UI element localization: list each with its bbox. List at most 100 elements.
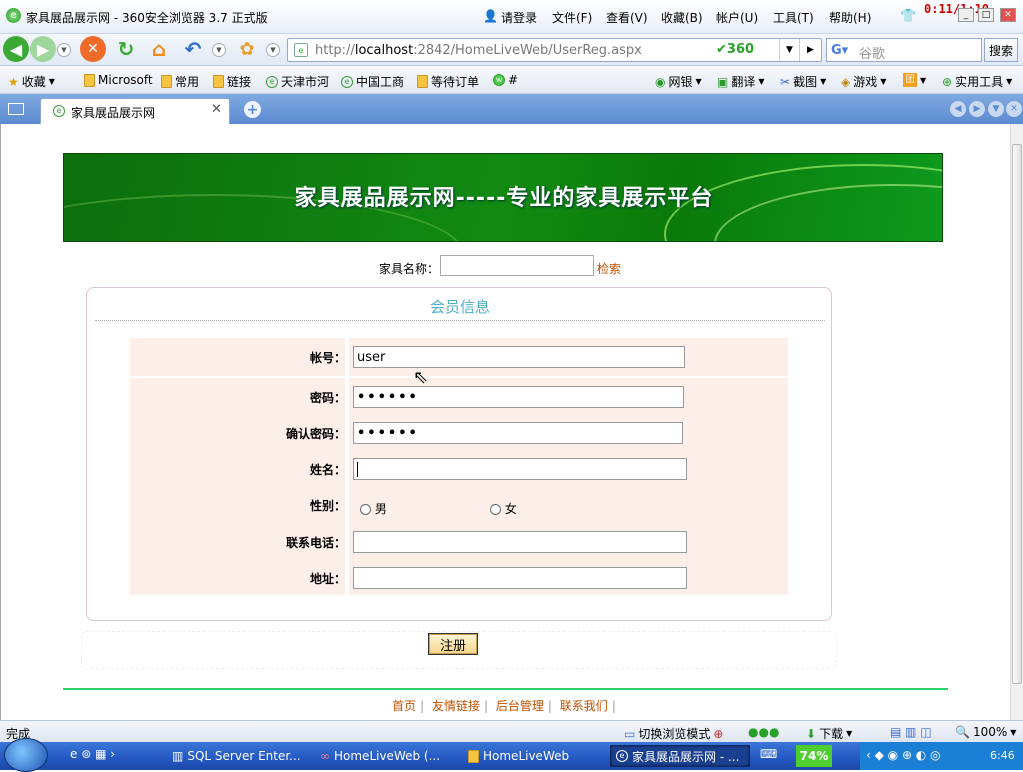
bookmark-hash[interactable]: w #	[493, 73, 518, 87]
home-button[interactable]: ⌂	[146, 36, 172, 62]
undo-close-button[interactable]: ↶	[180, 36, 206, 62]
register-button[interactable]: 注册	[428, 633, 478, 655]
google-icon[interactable]: G▾	[831, 43, 848, 58]
menu-file[interactable]: 文件(F)	[552, 9, 592, 26]
vertical-scrollbar[interactable]	[1010, 124, 1023, 720]
taskbar-item-folder[interactable]: HomeLiveWeb	[462, 745, 602, 767]
gender-label: 性别：	[309, 499, 346, 513]
browse-mode-toggle[interactable]: ▭ 切换浏览模式 ⊕	[624, 725, 723, 742]
close-window-button[interactable]: ✕	[1000, 8, 1016, 22]
favorites-menu[interactable]: ★ 收藏 ▼	[8, 73, 55, 90]
new-tab-button[interactable]: +	[244, 101, 261, 118]
start-button[interactable]	[4, 738, 48, 772]
menu-help[interactable]: 帮助(H)	[829, 9, 871, 26]
menu-favorites[interactable]: 收藏(B)	[661, 9, 703, 26]
taskbar-item-browser[interactable]: e 家具展品展示网 - ...	[610, 745, 750, 767]
zoom-control[interactable]: 🔍 100% ▼	[955, 725, 1016, 739]
footer-link-contact[interactable]: 联系我们	[560, 699, 608, 713]
refresh-button[interactable]: ↻	[113, 36, 139, 62]
quick-launch-icons[interactable]: e ⊚ ▦ ›	[70, 747, 115, 761]
bookmark-label: 天津市河	[281, 75, 330, 89]
bookmark-orders[interactable]: 等待订单	[417, 73, 479, 90]
url-text[interactable]: http://localhost:2842/HomeLiveWeb/UserRe…	[315, 43, 642, 58]
keyboard-icon[interactable]: ⌨	[760, 747, 777, 761]
stop-button[interactable]: ✕	[80, 36, 106, 62]
status-tools-icons[interactable]: ▤ ▥ ◫	[890, 725, 932, 739]
database-icon: ▥	[172, 749, 184, 763]
tray-icons[interactable]: ‹ ◆ ◉ ⊕ ◐ ◎	[866, 748, 941, 762]
bookmark-microsoft[interactable]: Microsoft	[84, 73, 153, 87]
footer-link-friends[interactable]: 友情链接	[432, 699, 480, 713]
web-search-button[interactable]: 搜索	[984, 38, 1018, 62]
web-search-box[interactable]: G▾ 谷歌	[826, 38, 982, 62]
password-input[interactable]: ••••••	[353, 386, 684, 408]
login-link[interactable]: 请登录	[501, 9, 537, 26]
screenshot-menu[interactable]: ✂ 截图 ▼	[780, 73, 826, 90]
sidebar-toggle-icon[interactable]	[8, 103, 24, 115]
page-icon: e	[294, 43, 308, 57]
account-label: 帐号：	[309, 351, 346, 365]
folder-icon	[84, 73, 95, 87]
paw-icon[interactable]: ✿	[234, 36, 260, 62]
tools-menu[interactable]: ⊕ 实用工具 ▼	[942, 73, 1012, 90]
maximize-button[interactable]: □	[978, 8, 994, 22]
bookmark-links[interactable]: 链接	[213, 73, 251, 90]
favorites-label: 收藏	[21, 75, 46, 89]
page-icon: e	[341, 75, 353, 88]
games-menu[interactable]: ◈ 游戏 ▼	[841, 73, 886, 90]
paw-dropdown[interactable]: ▼	[266, 43, 280, 57]
speed-toggle-icon[interactable]: ●●●	[748, 725, 779, 739]
panel-title: 会员信息	[429, 298, 490, 316]
gender-male-option[interactable]: 男	[360, 500, 387, 517]
translate-menu[interactable]: ▣ 翻译 ▼	[717, 73, 765, 90]
address-dropdown-button[interactable]: ▼	[779, 39, 799, 61]
gender-female-option[interactable]: 女	[490, 500, 517, 517]
undo-dropdown[interactable]: ▼	[212, 43, 226, 57]
cpu-meter[interactable]: 74%	[796, 745, 832, 767]
download-menu[interactable]: ⬇ 下载 ▼	[806, 725, 852, 742]
bookmark-common[interactable]: 常用	[161, 73, 199, 90]
tab-list-icon[interactable]: ▼	[988, 101, 1004, 117]
security-badge[interactable]: ✔360	[716, 42, 754, 57]
bookmark-tianjin[interactable]: e 天津市河	[266, 73, 329, 90]
browse-mode-label: 切换浏览模式	[638, 727, 711, 741]
translate-label: 翻译	[731, 75, 756, 89]
scroll-thumb[interactable]	[1012, 144, 1022, 684]
tab-label: 家具展品展示网	[71, 106, 156, 120]
menu-tools[interactable]: 工具(T)	[773, 9, 814, 26]
female-radio[interactable]	[490, 504, 501, 515]
tab-scroll-right-icon[interactable]: ▶	[969, 101, 985, 117]
page-icon: e	[266, 75, 278, 88]
folder-icon	[417, 75, 428, 88]
tab-close-icon[interactable]: ✕	[211, 102, 222, 117]
product-search-input[interactable]	[440, 255, 594, 276]
form-row-confirm: 确认密码： ••••••	[130, 414, 788, 452]
search-link[interactable]: 检索	[597, 260, 621, 277]
confirm-password-input[interactable]: ••••••	[353, 422, 683, 444]
history-dropdown[interactable]: ▼	[57, 43, 71, 57]
go-button[interactable]: ▶	[799, 39, 821, 61]
group-buy-menu[interactable]: 团 ▼	[903, 73, 926, 87]
address-input[interactable]	[353, 567, 687, 589]
tab-active[interactable]: e 家具展品展示网 ✕	[40, 98, 230, 124]
taskbar-item-vs[interactable]: ∞ HomeLiveWeb (...	[314, 745, 454, 767]
male-radio[interactable]	[360, 504, 371, 515]
back-button[interactable]: ◀	[3, 36, 29, 62]
name-input[interactable]	[353, 458, 687, 480]
forward-button[interactable]: ▶	[30, 36, 56, 62]
menu-view[interactable]: 查看(V)	[606, 9, 648, 26]
online-bank-menu[interactable]: ◉ 网银 ▼	[655, 73, 702, 90]
bookmark-icbc[interactable]: e 中国工商	[341, 73, 404, 90]
tab-scroll-left-icon[interactable]: ◀	[950, 101, 966, 117]
footer-link-home[interactable]: 首页	[392, 699, 416, 713]
bank-icon: ◉	[655, 74, 666, 89]
footer-link-admin[interactable]: 后台管理	[496, 699, 544, 713]
address-bar[interactable]: e http://localhost:2842/HomeLiveWeb/User…	[287, 38, 822, 62]
skin-icon[interactable]: 👕	[900, 9, 916, 24]
tab-close-all-icon[interactable]: ✕	[1006, 101, 1022, 117]
minimize-button[interactable]: _	[958, 8, 974, 22]
menu-account[interactable]: 帐户(U)	[716, 9, 758, 26]
phone-input[interactable]	[353, 531, 687, 553]
taskbar-item-sql[interactable]: ▥ SQL Server Enter...	[166, 745, 306, 767]
account-input[interactable]: user	[353, 346, 685, 368]
